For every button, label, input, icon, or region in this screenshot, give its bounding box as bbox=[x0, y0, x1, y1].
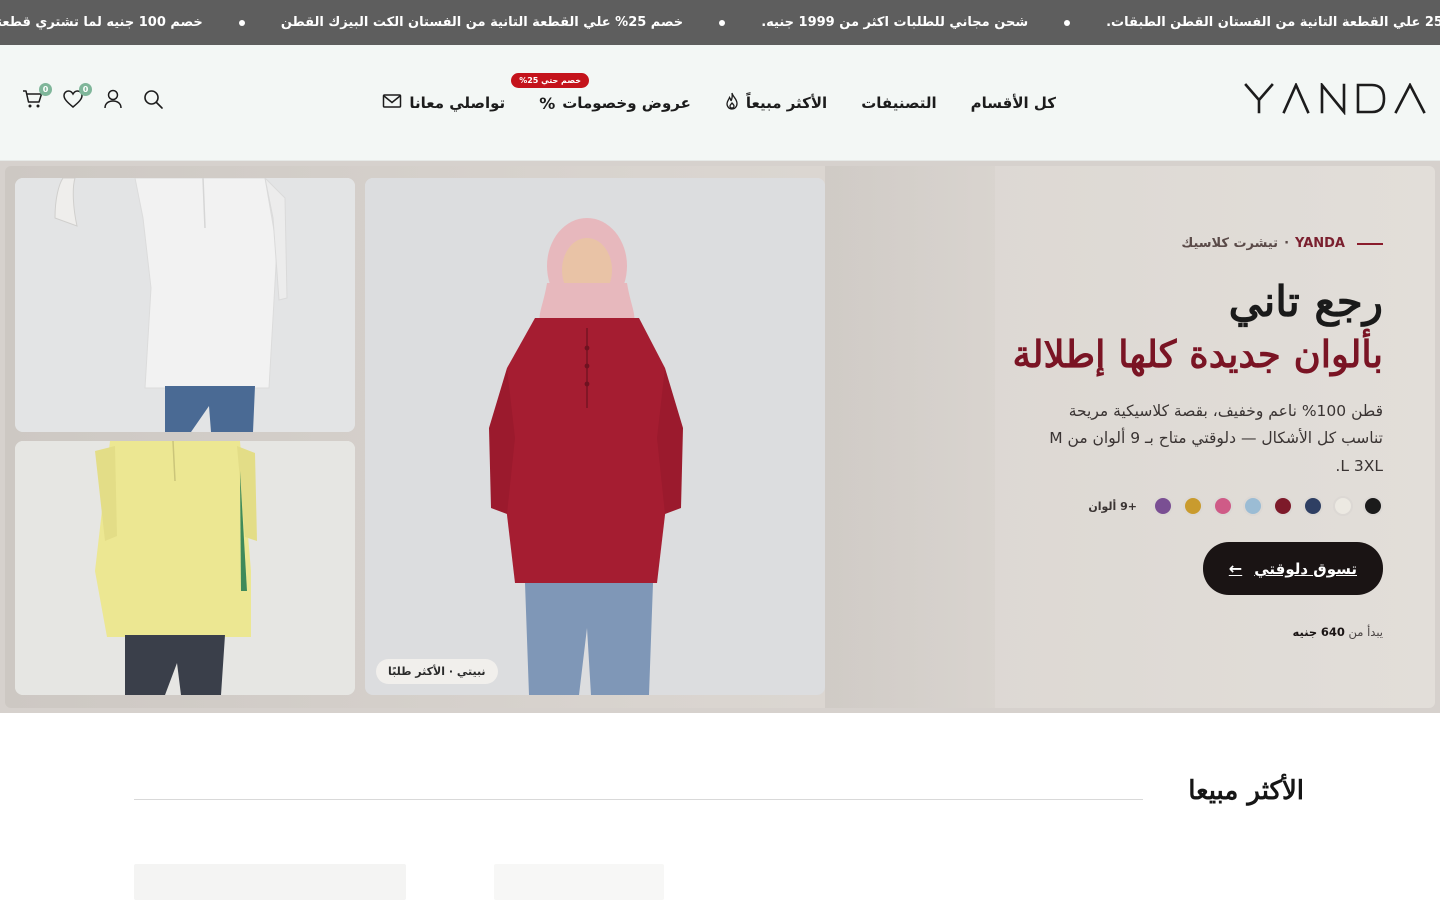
nav-offers[interactable]: خصم حتي 25% عروض وخصومات % bbox=[511, 72, 691, 113]
account-button[interactable] bbox=[102, 88, 124, 110]
nav-all-categories[interactable]: كل الأقسام bbox=[971, 94, 1056, 112]
announcement-message: خصم 25% علي القطعة التانية من الفستان ال… bbox=[280, 15, 684, 30]
color-swatch[interactable] bbox=[1213, 496, 1233, 517]
cart-button[interactable]: 0 bbox=[22, 83, 52, 110]
color-swatch[interactable] bbox=[1273, 496, 1293, 517]
announcement-bar: 25% علي القطعة التانية من الفستان القطن … bbox=[0, 0, 1440, 45]
color-swatches: +9 ألوان bbox=[963, 496, 1383, 517]
hero-copy: YANDA · تيشرت كلاسيك رجع تاني بألوان جدي… bbox=[963, 236, 1383, 639]
announcement-message: شحن مجاني للطلبات اكثر من 1999 جنيه. bbox=[761, 15, 1029, 30]
search-icon bbox=[144, 90, 163, 109]
starting-price: يبدأ من 640 جنيه bbox=[963, 625, 1383, 639]
announcement-message: خصم 100 جنيه لما تشتري قطعتين من التا bbox=[0, 15, 203, 30]
announcement-separator bbox=[238, 19, 245, 26]
search-button[interactable] bbox=[142, 88, 164, 110]
nav-label: التصنيفات bbox=[861, 94, 937, 112]
product-card-peek[interactable] bbox=[134, 864, 406, 900]
hero-headline-line1: رجع تاني bbox=[1228, 277, 1383, 326]
price-prefix: يبدأ من bbox=[1348, 625, 1383, 640]
hero-panel: نبيتي · الأكثر طلبًا YANDA · تيشرت كلاسي… bbox=[5, 166, 1435, 708]
site-logo[interactable] bbox=[1244, 83, 1426, 115]
product-photo-yellow[interactable] bbox=[15, 441, 355, 695]
product-photo-white[interactable] bbox=[15, 178, 355, 432]
cart-count-badge: 0 bbox=[39, 83, 52, 96]
percent-icon: % bbox=[539, 93, 556, 113]
arrow-left-icon: ← bbox=[1228, 559, 1243, 579]
hero-eyebrow: YANDA · تيشرت كلاسيك bbox=[963, 236, 1383, 251]
discount-badge: خصم حتي 25% bbox=[511, 72, 589, 88]
yellow-tunic-illustration bbox=[15, 441, 355, 695]
price-currency: جنيه bbox=[1292, 625, 1318, 640]
yanda-logo-icon bbox=[1244, 83, 1426, 115]
white-tunic-illustration bbox=[15, 178, 355, 432]
nav-best-sellers[interactable]: الأكثر مبيعاً bbox=[725, 92, 827, 114]
more-colors-label[interactable]: +9 ألوان bbox=[1088, 500, 1137, 513]
eyebrow-separator: · bbox=[1284, 236, 1290, 251]
eyebrow-subtitle: تيشرت كلاسيك bbox=[1181, 236, 1279, 251]
color-swatch[interactable] bbox=[1333, 496, 1353, 517]
hero-headline-line2: بألوان جديدة كلها إطلالة bbox=[1012, 332, 1383, 377]
color-swatch[interactable] bbox=[1363, 496, 1383, 517]
announcement-message: 25% علي القطعة التانية من الفستان القطن … bbox=[1106, 15, 1440, 30]
nav-label: كل الأقسام bbox=[970, 94, 1056, 112]
announcement-separator bbox=[719, 19, 726, 26]
envelope-icon bbox=[382, 93, 402, 113]
product-photo-main[interactable]: نبيتي · الأكثر طلبًا bbox=[365, 178, 825, 695]
nav-categories[interactable]: التصنيفات bbox=[861, 94, 936, 112]
shop-now-button[interactable]: تسوق دلوقتي ← bbox=[1202, 542, 1383, 596]
price-value: 640 bbox=[1320, 625, 1345, 640]
color-swatch[interactable] bbox=[1183, 496, 1203, 517]
nav-label: الأكثر مبيعاً bbox=[745, 94, 828, 112]
color-swatch[interactable] bbox=[1243, 496, 1263, 517]
color-swatch[interactable] bbox=[1303, 496, 1323, 517]
hero-description: قطن 100% ناعم وخفيف، بقصة كلاسيكية مريحة… bbox=[1049, 401, 1383, 475]
cta-label: تسوق دلوقتي bbox=[1254, 559, 1357, 578]
user-icon bbox=[104, 89, 122, 109]
wishlist-count-badge: 0 bbox=[79, 83, 92, 96]
section-title-best-sellers: الأكثر مبيعا bbox=[1188, 776, 1304, 806]
hero-banner: نبيتي · الأكثر طلبًا YANDA · تيشرت كلاسي… bbox=[0, 161, 1440, 713]
section-divider bbox=[134, 799, 1143, 800]
burgundy-tunic-illustration bbox=[365, 178, 825, 695]
wishlist-button[interactable]: 0 bbox=[62, 83, 92, 110]
nav-label: تواصلي معانا bbox=[409, 94, 506, 112]
header-actions: 0 0 bbox=[22, 83, 164, 110]
announcement-separator bbox=[1064, 19, 1071, 26]
flame-icon bbox=[725, 92, 739, 114]
site-header: كل الأقسام التصنيفات الأكثر مبيعاً خصم ح… bbox=[0, 45, 1440, 161]
nav-label: عروض وخصومات bbox=[562, 94, 691, 112]
product-card-peek[interactable] bbox=[494, 864, 664, 900]
announcement-track: 25% علي القطعة التانية من الفستان القطن … bbox=[0, 0, 1440, 45]
main-nav: كل الأقسام التصنيفات الأكثر مبيعاً خصم ح… bbox=[382, 45, 1056, 161]
nav-contact[interactable]: تواصلي معانا bbox=[382, 93, 505, 113]
eyebrow-line bbox=[1357, 242, 1383, 245]
photo-caption: نبيتي · الأكثر طلبًا bbox=[376, 659, 498, 684]
color-swatch[interactable] bbox=[1153, 496, 1173, 517]
eyebrow-brand: YANDA bbox=[1295, 236, 1345, 251]
